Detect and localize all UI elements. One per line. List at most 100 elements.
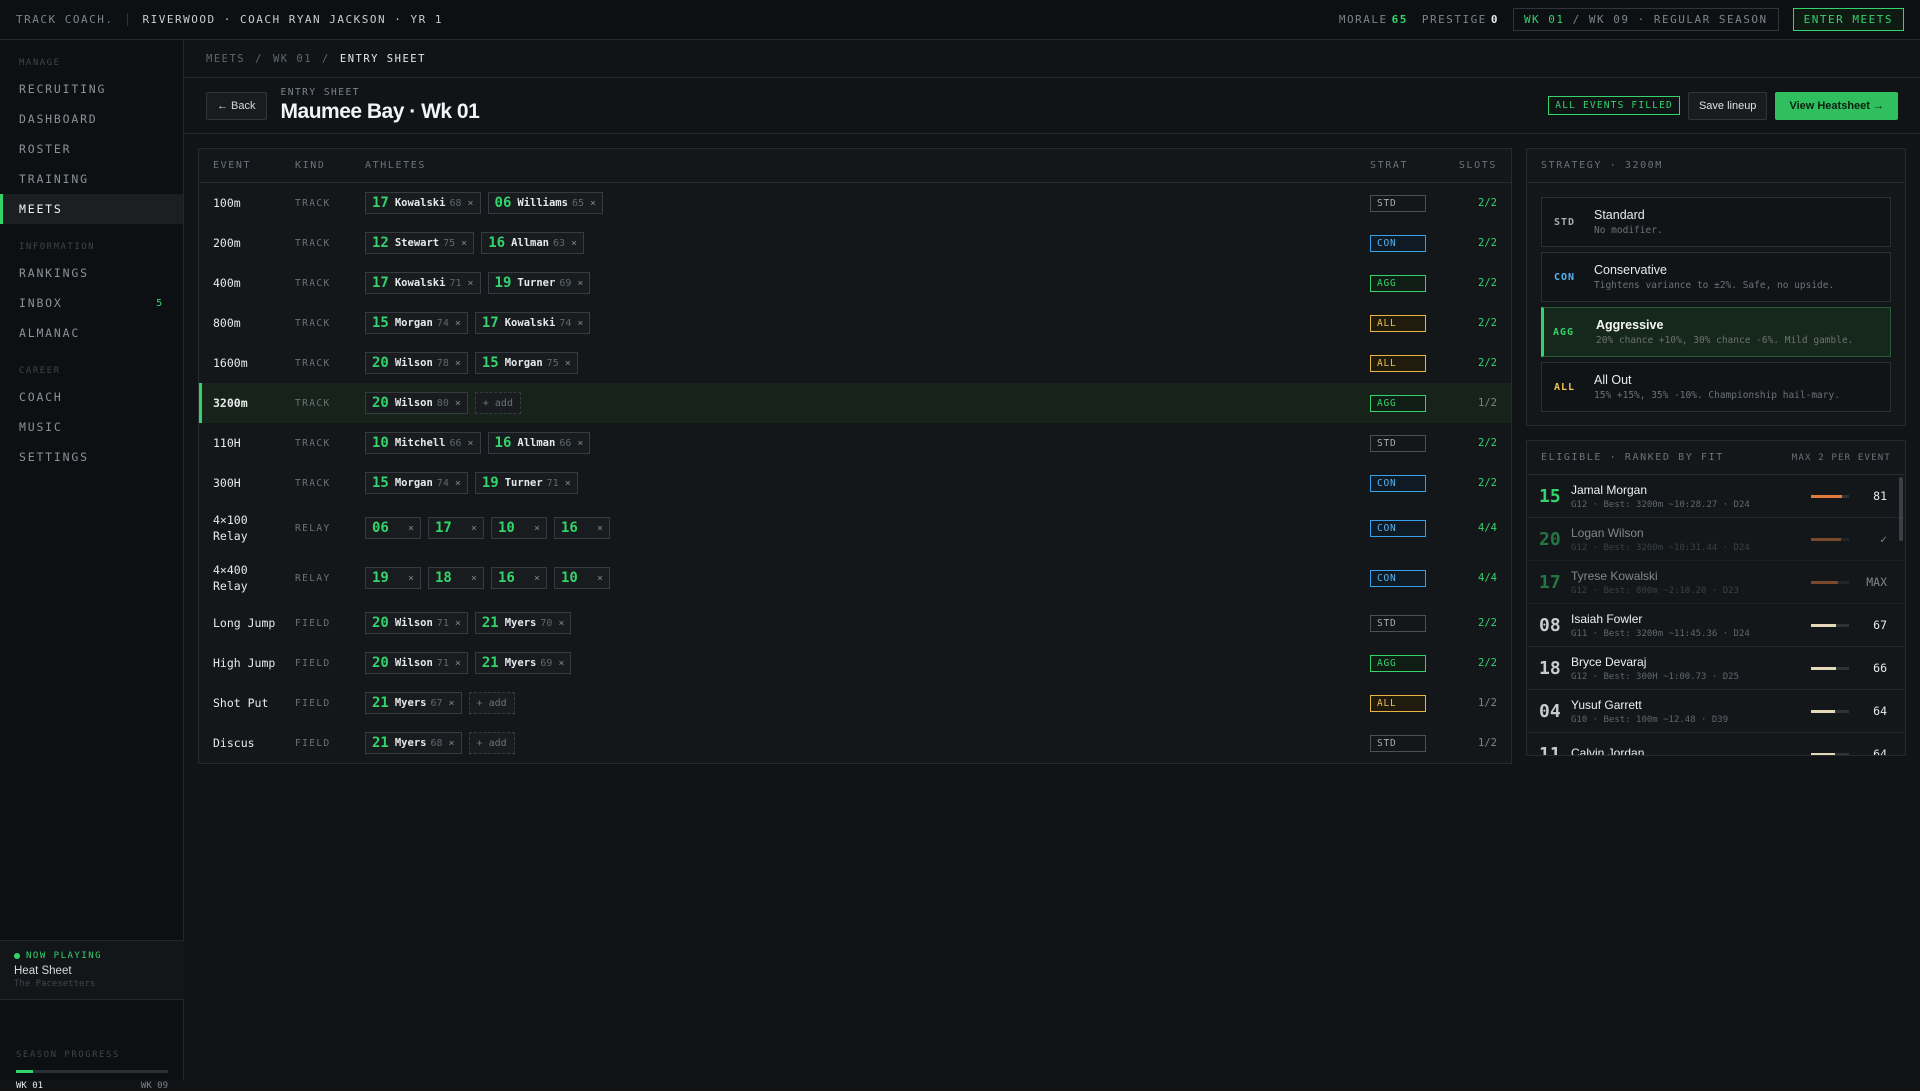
athlete-chip[interactable]: 17 Kowalski 68 × [365,192,481,214]
athlete-chip[interactable]: 21 Myers 68 × [365,732,462,754]
athlete-chip[interactable]: 17 × [428,517,484,539]
eligible-athlete-row[interactable]: 08 Isaiah Fowler G11 · Best: 3200m ~11:45.… [1527,604,1905,647]
remove-athlete-icon[interactable]: × [461,238,467,249]
sidebar-item-coach[interactable]: COACH [0,382,183,412]
athlete-chip[interactable]: 10 × [554,567,610,589]
strategy-tag[interactable]: ALL [1370,694,1426,712]
athlete-chip[interactable]: 18 × [428,567,484,589]
athlete-chip[interactable]: 15 Morgan 74 × [365,312,468,334]
athlete-chip[interactable]: 21 Myers 69 × [474,652,572,674]
remove-athlete-icon[interactable]: × [558,618,564,629]
eligible-athlete-row[interactable]: 15 Jamal Morgan G12 · Best: 3200m ~10:28.2… [1527,475,1905,518]
athlete-chip[interactable]: 19 × [365,567,421,589]
remove-athlete-icon[interactable]: × [577,318,583,329]
remove-athlete-icon[interactable]: × [467,438,473,449]
strategy-tag[interactable]: CON [1370,519,1426,537]
athlete-chip[interactable]: 19 Turner 69 × [487,272,591,294]
athlete-chip[interactable]: 10 × [491,517,547,539]
athlete-chip[interactable]: 17 Kowalski 74 × [474,312,591,334]
athlete-chip[interactable]: 12 Stewart 75 × [365,232,475,254]
athlete-chip[interactable]: 20 Wilson 71 × [365,612,468,634]
athlete-chip[interactable]: 20 Wilson 80 × [365,392,468,414]
remove-athlete-icon[interactable]: × [471,573,477,584]
remove-athlete-icon[interactable]: × [597,573,603,584]
strategy-tag[interactable]: STD [1370,434,1426,452]
add-athlete-button[interactable]: + add [474,392,521,414]
remove-athlete-icon[interactable]: × [467,278,473,289]
eligible-athlete-row[interactable]: 18 Bryce Devaraj G12 · Best: 300H ~1:00.73… [1527,647,1905,690]
event-row-200m[interactable]: 200m TRACK 12 Stewart 75 × 16 Allman 63 × CON 2/2 [199,223,1511,263]
sidebar-item-roster[interactable]: ROSTER [0,134,183,164]
strategy-tag[interactable]: CON [1370,569,1426,587]
remove-athlete-icon[interactable]: × [565,358,571,369]
event-row-high-jump[interactable]: High Jump FIELD 20 Wilson 71 × 21 Myers 69 × AGG 2/… [199,643,1511,683]
remove-athlete-icon[interactable]: × [455,358,461,369]
event-row-discus[interactable]: Discus FIELD 21 Myers 68 × + add STD 1/2 [199,723,1511,763]
event-row-400m[interactable]: 400m TRACK 17 Kowalski 71 × 19 Turner 69 × AGG 2/2 [199,263,1511,303]
event-row-3200m[interactable]: 3200m TRACK 20 Wilson 80 × + add AGG 1/2 [199,383,1511,423]
remove-athlete-icon[interactable]: × [590,198,596,209]
strategy-tag[interactable]: STD [1370,734,1426,752]
sidebar-item-meets[interactable]: MEETS [0,194,183,224]
eligible-athlete-row[interactable]: 17 Tyrese Kowalski G12 · Best: 800m ~2:10.… [1527,561,1905,604]
enter-meets-button[interactable]: ENTER MEETS [1792,8,1904,31]
eligible-athlete-row[interactable]: 04 Yusuf Garrett G10 · Best: 100m ~12.48 ·… [1527,690,1905,733]
remove-athlete-icon[interactable]: × [571,238,577,249]
add-athlete-button[interactable]: + add [468,732,515,754]
remove-athlete-icon[interactable]: × [597,523,603,534]
strategy-option-conservative[interactable]: CON Conservative Tightens variance to ±2%.… [1541,252,1891,302]
strategy-option-all-out[interactable]: ALL All Out 15% +15%, 35% -10%. Championsh… [1541,362,1891,412]
strategy-tag[interactable]: STD [1370,614,1426,632]
athlete-chip[interactable]: 16 Allman 63 × [481,232,585,254]
athlete-chip[interactable]: 20 Wilson 71 × [365,652,468,674]
sidebar-item-dashboard[interactable]: DASHBOARD [0,104,183,134]
remove-athlete-icon[interactable]: × [558,658,564,669]
remove-athlete-icon[interactable]: × [455,478,461,489]
event-row-300h[interactable]: 300H TRACK 15 Morgan 74 × 19 Turner 71 × CON 2/2 [199,463,1511,503]
remove-athlete-icon[interactable]: × [408,523,414,534]
event-row-4-400-relay[interactable]: 4×400 Relay RELAY 19 × 18 × 16 × 10 × CON 4/4 [199,553,1511,603]
event-row-shot-put[interactable]: Shot Put FIELD 21 Myers 67 × + add ALL 1/2 [199,683,1511,723]
sidebar-item-rankings[interactable]: RANKINGS [0,258,183,288]
remove-athlete-icon[interactable]: × [455,318,461,329]
remove-athlete-icon[interactable]: × [467,198,473,209]
athlete-chip[interactable]: 19 Turner 71 × [474,472,578,494]
sidebar-item-recruiting[interactable]: RECRUITING [0,74,183,104]
strategy-tag[interactable]: AGG [1370,274,1426,292]
strategy-tag[interactable]: CON [1370,474,1426,492]
event-row-long-jump[interactable]: Long Jump FIELD 20 Wilson 71 × 21 Myers 70 × STD 2/… [199,603,1511,643]
strategy-tag[interactable]: AGG [1370,394,1426,412]
strategy-option-aggressive[interactable]: AGG Aggressive 20% chance +10%, 30% chance… [1541,307,1891,357]
sidebar-item-training[interactable]: TRAINING [0,164,183,194]
remove-athlete-icon[interactable]: × [408,573,414,584]
back-button[interactable]: ← Back [206,91,267,120]
eligible-athlete-row[interactable]: 20 Logan Wilson G12 · Best: 3200m ~10:31.4… [1527,518,1905,561]
breadcrumb-week[interactable]: WK 01 [273,53,312,65]
remove-athlete-icon[interactable]: × [577,438,583,449]
sidebar-item-inbox[interactable]: INBOX 5 [0,288,183,318]
event-row-100m[interactable]: 100m TRACK 17 Kowalski 68 × 06 Williams 65 × STD 2/… [199,183,1511,223]
event-row-4-100-relay[interactable]: 4×100 Relay RELAY 06 × 17 × 10 × 16 × CON 4/4 [199,503,1511,553]
remove-athlete-icon[interactable]: × [449,698,455,709]
add-athlete-button[interactable]: + add [468,692,515,714]
athlete-chip[interactable]: 15 Morgan 74 × [365,472,468,494]
remove-athlete-icon[interactable]: × [534,573,540,584]
remove-athlete-icon[interactable]: × [455,618,461,629]
strategy-tag[interactable]: ALL [1370,314,1426,332]
athlete-chip[interactable]: 06 × [365,517,421,539]
athlete-chip[interactable]: 21 Myers 70 × [474,612,572,634]
sidebar-item-settings[interactable]: SETTINGS [0,442,183,472]
remove-athlete-icon[interactable]: × [449,738,455,749]
athlete-chip[interactable]: 16 × [491,567,547,589]
remove-athlete-icon[interactable]: × [471,523,477,534]
save-lineup-button[interactable]: Save lineup [1687,91,1768,120]
athlete-chip[interactable]: 10 Mitchell 66 × [365,432,481,454]
eligible-scrollbar[interactable] [1899,477,1903,541]
athlete-chip[interactable]: 17 Kowalski 71 × [365,272,481,294]
brand-logo[interactable]: TRACK COACH. [16,13,129,26]
breadcrumb-meets[interactable]: MEETS [206,53,245,65]
athlete-chip[interactable]: 15 Morgan 75 × [474,352,578,374]
athlete-chip[interactable]: 21 Myers 67 × [365,692,462,714]
event-row-800m[interactable]: 800m TRACK 15 Morgan 74 × 17 Kowalski 74 × ALL 2/2 [199,303,1511,343]
strategy-tag[interactable]: CON [1370,234,1426,252]
